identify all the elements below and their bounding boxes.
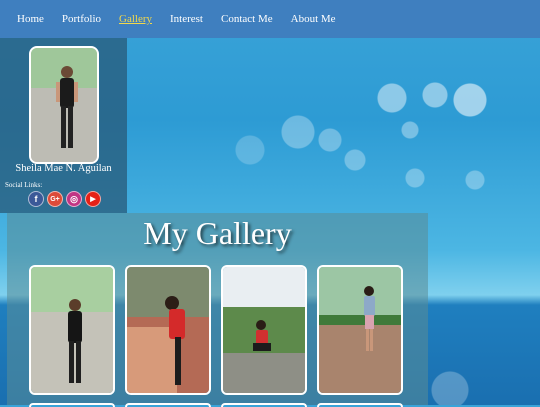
nav-home[interactable]: Home: [8, 13, 53, 25]
facebook-icon[interactable]: f: [28, 191, 44, 207]
social-links-label: Social Links:: [5, 181, 43, 189]
gallery-photo-1[interactable]: [29, 265, 115, 395]
nav-interest[interactable]: Interest: [161, 13, 212, 25]
gallery-title: My Gallery: [143, 215, 292, 251]
social-links: f G+ ◎ ▶: [28, 191, 101, 207]
gallery-photo-3[interactable]: [221, 265, 307, 395]
profile-photo: [29, 46, 99, 164]
gallery-photo-6[interactable]: [125, 403, 211, 407]
google-plus-icon[interactable]: G+: [47, 191, 63, 207]
gallery-photo-2[interactable]: [125, 265, 211, 395]
nav-contact-me[interactable]: Contact Me: [212, 13, 282, 25]
profile-name: Sheila Mae N. Aguilan: [15, 163, 112, 174]
gallery-photo-4[interactable]: [317, 265, 403, 395]
nav-portfolio[interactable]: Portfolio: [53, 13, 110, 25]
nav-gallery[interactable]: Gallery: [110, 13, 161, 25]
profile-panel: Sheila Mae N. Aguilan Social Links: f G+…: [0, 38, 127, 213]
nav-about-me[interactable]: About Me: [282, 13, 345, 25]
gallery-photo-7[interactable]: [221, 403, 307, 407]
gallery-photo-5[interactable]: [29, 403, 115, 407]
gallery-panel: My Gallery: [7, 213, 428, 407]
top-navbar: Home Portfolio Gallery Interest Contact …: [0, 0, 540, 38]
gallery-photo-8[interactable]: [317, 403, 403, 407]
youtube-icon[interactable]: ▶: [85, 191, 101, 207]
instagram-icon[interactable]: ◎: [66, 191, 82, 207]
